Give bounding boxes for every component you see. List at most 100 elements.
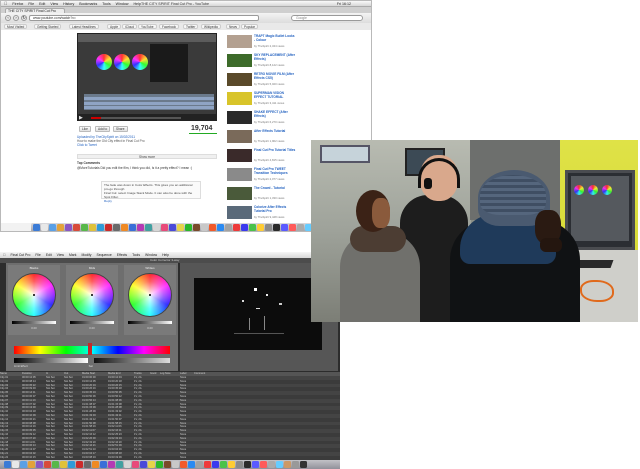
- play-icon[interactable]: ▶: [79, 115, 87, 121]
- apple-icon[interactable]: : [3, 253, 6, 257]
- dock-app-icon[interactable]: [60, 461, 67, 468]
- dock-app-icon[interactable]: [76, 461, 83, 468]
- dock-app-icon[interactable]: [233, 224, 240, 231]
- dock-app-icon[interactable]: [49, 224, 56, 231]
- dock-app-icon[interactable]: [209, 224, 216, 231]
- dock-app-icon[interactable]: [161, 224, 168, 231]
- dock-app-icon[interactable]: [132, 461, 139, 468]
- dock-app-icon[interactable]: [100, 461, 107, 468]
- dock-app-icon[interactable]: [41, 224, 48, 231]
- dock-app-icon[interactable]: [268, 461, 275, 468]
- dock-app-icon[interactable]: [172, 461, 179, 468]
- dock-app-icon[interactable]: [97, 224, 104, 231]
- related-video-item[interactable]: RETRO MOVIE FILM (After Effects CS5) by …: [227, 72, 297, 88]
- menu-item[interactable]: Tools: [132, 253, 140, 257]
- bookmark-item[interactable]: Facebook: [159, 24, 179, 29]
- menu-item[interactable]: File: [35, 253, 40, 257]
- menu-item[interactable]: Help: [133, 2, 140, 6]
- video-thumbnail[interactable]: [227, 35, 252, 48]
- related-video-item[interactable]: The Crowd - Tutorial by TheSpirit 1,330 …: [227, 186, 297, 202]
- dock-app-icon[interactable]: [65, 224, 72, 231]
- related-title[interactable]: The Crowd - Tutorial: [254, 186, 296, 191]
- menu-item[interactable]: Bookmarks: [79, 2, 97, 6]
- dock-app-icon[interactable]: [20, 461, 27, 468]
- bookmark-item[interactable]: Popular: [241, 24, 258, 29]
- video-thumbnail[interactable]: [227, 92, 252, 105]
- url-field[interactable]: www.youtube.com/watch?v=: [29, 15, 259, 21]
- video-thumbnail[interactable]: [227, 168, 252, 181]
- bookmark-item[interactable]: Most Visited: [4, 24, 28, 29]
- like-button[interactable]: Like: [79, 126, 91, 132]
- dock-app-icon[interactable]: [129, 224, 136, 231]
- dock-app-icon[interactable]: [44, 461, 51, 468]
- dock-app-icon[interactable]: [249, 224, 256, 231]
- dock-app-icon[interactable]: [185, 224, 192, 231]
- video-thumbnail[interactable]: [227, 54, 252, 67]
- menu-item[interactable]: View: [57, 253, 64, 257]
- dock-app-icon[interactable]: [281, 224, 288, 231]
- dock-app-icon[interactable]: [116, 461, 123, 468]
- dock-app-icon[interactable]: [284, 461, 291, 468]
- menu-item[interactable]: Edit: [39, 2, 45, 6]
- related-title[interactable]: Final Cut Pro TWEET Transition Technique…: [254, 167, 296, 175]
- dock-app-icon[interactable]: [81, 224, 88, 231]
- dock-app-icon[interactable]: [236, 461, 243, 468]
- bookmark-item[interactable]: Wikipedia: [201, 24, 221, 29]
- progress-bar[interactable]: [91, 117, 181, 119]
- dock-app-icon[interactable]: [52, 461, 59, 468]
- show-more-button[interactable]: Show more: [77, 154, 217, 159]
- related-video-item[interactable]: After Effects Tutorial by TheSpirit 1,90…: [227, 129, 297, 145]
- search-input[interactable]: Google: [291, 15, 363, 21]
- menu-item[interactable]: Firefox: [12, 2, 23, 6]
- dock-app-icon[interactable]: [84, 461, 91, 468]
- dock-app-icon[interactable]: [4, 461, 11, 468]
- menu-item[interactable]: File: [28, 2, 34, 6]
- luma-range-bar[interactable]: [14, 358, 88, 363]
- blacks-slider[interactable]: [12, 321, 56, 324]
- related-video-item[interactable]: Final Cut Pro TWEET Transition Technique…: [227, 167, 297, 183]
- dock-app-icon[interactable]: [228, 461, 235, 468]
- dock-app-icon[interactable]: [177, 224, 184, 231]
- wheel-puck[interactable]: [149, 294, 151, 296]
- dock-app-icon[interactable]: [297, 224, 304, 231]
- bookmark-item[interactable]: Apple: [107, 24, 122, 29]
- tweet-link[interactable]: Click to Tweet: [77, 143, 217, 147]
- bookmark-item[interactable]: iCloud: [122, 24, 138, 29]
- dock-app-icon[interactable]: [108, 461, 115, 468]
- bookmark-item[interactable]: Twitter: [183, 24, 199, 29]
- related-title[interactable]: SUPERMAN VISION EFFECT TUTORIAL: [254, 91, 296, 99]
- share-button[interactable]: Share: [113, 126, 128, 132]
- dock-app-icon[interactable]: [164, 461, 171, 468]
- dock-app-icon[interactable]: [257, 224, 264, 231]
- menu-item[interactable]: Modify: [82, 253, 92, 257]
- related-video-item[interactable]: Colorize After Effects Tutorial Pro by T…: [227, 205, 297, 221]
- bookmark-item[interactable]: Getting Started: [34, 24, 62, 29]
- back-button[interactable]: ‹: [5, 15, 11, 21]
- menu-item[interactable]: Window: [145, 253, 157, 257]
- sat-range-bar[interactable]: [94, 358, 170, 363]
- wheel-puck[interactable]: [33, 294, 35, 296]
- dock-app-icon[interactable]: [201, 224, 208, 231]
- dock-app-icon[interactable]: [292, 461, 299, 468]
- dock-app-icon[interactable]: [137, 224, 144, 231]
- related-title[interactable]: SKY REPLACEMENT (After Effects): [254, 53, 296, 61]
- dock-app-icon[interactable]: [289, 224, 296, 231]
- related-video-item[interactable]: Final Cut Pro Tutorial Titles by TheSpir…: [227, 148, 297, 164]
- add-to-button[interactable]: Add to: [95, 126, 111, 132]
- dock-app-icon[interactable]: [33, 224, 40, 231]
- dock-app-icon[interactable]: [92, 461, 99, 468]
- dock-app-icon[interactable]: [68, 461, 75, 468]
- dock-app-icon[interactable]: [204, 461, 211, 468]
- bookmark-item[interactable]: YouTube: [138, 24, 157, 29]
- dock-app-icon[interactable]: [196, 461, 203, 468]
- dock-app-icon[interactable]: [252, 461, 259, 468]
- video-thumbnail[interactable]: [227, 187, 252, 200]
- dock-app-icon[interactable]: [260, 461, 267, 468]
- menu-item[interactable]: Window: [116, 2, 129, 6]
- related-video-item[interactable]: SUPERMAN VISION EFFECT TUTORIAL by TheSp…: [227, 91, 297, 107]
- bookmark-item[interactable]: Latest Headlines: [69, 24, 99, 29]
- dock-app-icon[interactable]: [124, 461, 131, 468]
- dock-app-icon[interactable]: [121, 224, 128, 231]
- forward-button[interactable]: ›: [13, 15, 19, 21]
- related-title[interactable]: RETRO MOVIE FILM (After Effects CS5): [254, 72, 296, 80]
